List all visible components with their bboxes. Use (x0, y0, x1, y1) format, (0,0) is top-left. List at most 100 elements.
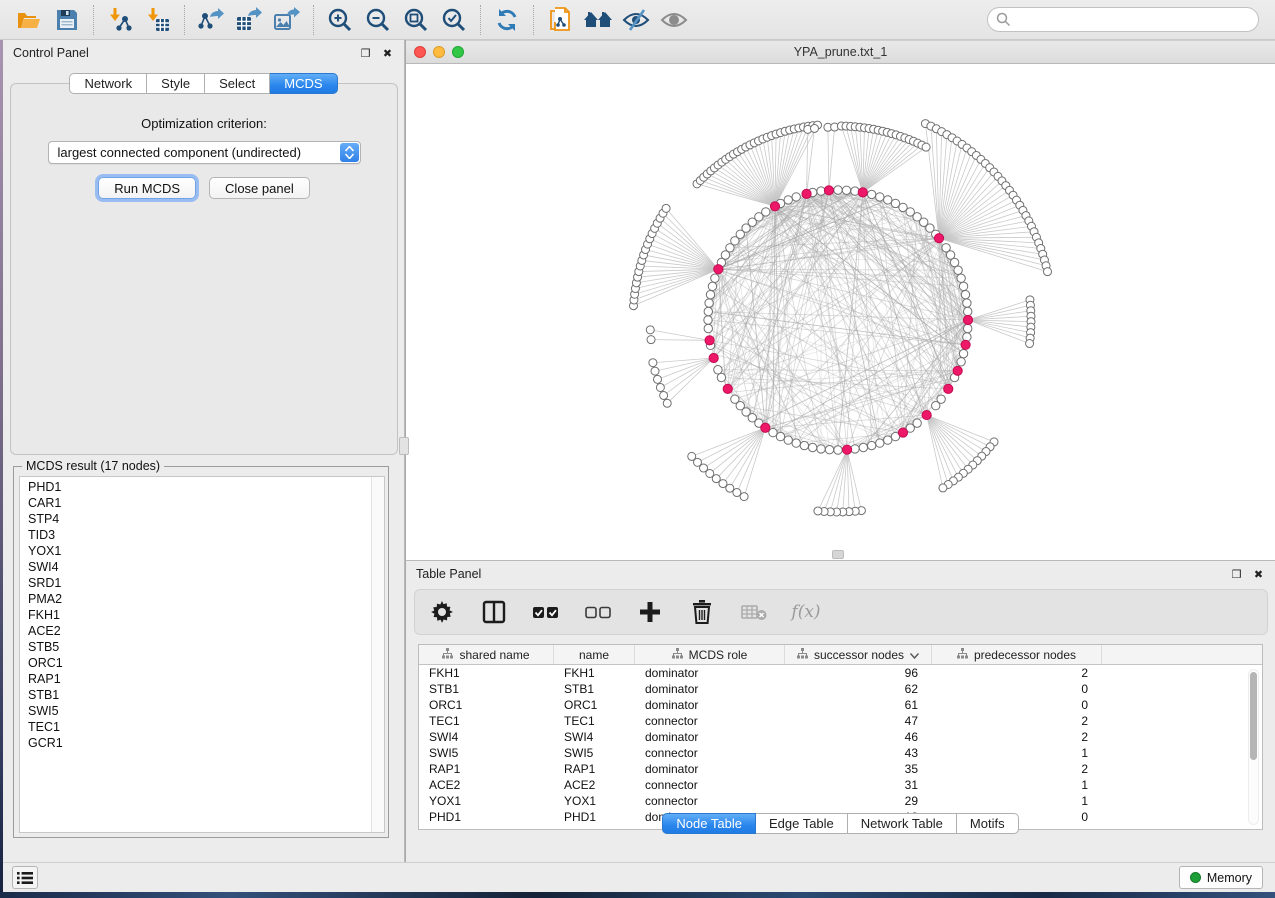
network-node[interactable] (884, 196, 892, 204)
float-window-icon[interactable]: ❒ (359, 47, 372, 60)
table-row[interactable]: SWI4SWI4dominator462 (419, 729, 1262, 745)
export-table-icon[interactable] (230, 3, 268, 37)
cell-mcds-role[interactable]: connector (635, 777, 785, 793)
cell-mcds-role[interactable]: dominator (635, 729, 785, 745)
network-node[interactable] (704, 324, 712, 332)
cell-name[interactable]: ORC1 (554, 697, 635, 713)
close-panel-icon[interactable]: ✖ (381, 47, 394, 60)
network-node[interactable] (932, 402, 940, 410)
mcds-result-item[interactable]: SWI5 (20, 703, 384, 719)
network-node[interactable] (834, 186, 842, 194)
network-node[interactable] (733, 489, 741, 497)
network-node[interactable] (784, 436, 792, 444)
network-node[interactable] (660, 391, 668, 399)
cell-successor-nodes[interactable]: 61 (785, 697, 932, 713)
cell-name[interactable]: ACE2 (554, 777, 635, 793)
mcds-result-item[interactable]: FKH1 (20, 607, 384, 623)
column-header-name[interactable]: name (554, 645, 635, 664)
mcds-node[interactable] (842, 445, 851, 454)
network-node[interactable] (867, 190, 875, 198)
cell-predecessor-nodes[interactable]: 2 (932, 729, 1102, 745)
network-node[interactable] (711, 274, 719, 282)
cell-predecessor-nodes[interactable]: 2 (932, 761, 1102, 777)
refresh-icon[interactable] (488, 3, 526, 37)
network-node[interactable] (957, 358, 965, 366)
mcds-result-item[interactable]: SWI4 (20, 559, 384, 575)
network-node[interactable] (954, 266, 962, 274)
network-node[interactable] (825, 446, 833, 454)
network-node[interactable] (959, 349, 967, 357)
network-node[interactable] (647, 336, 655, 344)
import-network-icon[interactable] (101, 3, 139, 37)
search-input[interactable] (987, 7, 1259, 32)
column-header-mcds-role[interactable]: MCDS role (635, 645, 785, 664)
gear-icon[interactable] (429, 599, 455, 625)
cell-shared-name[interactable]: STB1 (419, 681, 554, 697)
cell-name[interactable]: YOX1 (554, 793, 635, 809)
cell-mcds-role[interactable]: connector (635, 713, 785, 729)
mcds-list-scrollbar[interactable] (371, 477, 384, 832)
deselect-all-icon[interactable] (585, 599, 611, 625)
network-node[interactable] (651, 367, 659, 375)
network-node[interactable] (714, 366, 722, 374)
cell-predecessor-nodes[interactable]: 1 (932, 777, 1102, 793)
network-node[interactable] (957, 274, 965, 282)
network-node[interactable] (884, 436, 892, 444)
mcds-result-item[interactable]: YOX1 (20, 543, 384, 559)
network-node[interactable] (964, 307, 972, 315)
cell-successor-nodes[interactable]: 62 (785, 681, 932, 697)
cell-shared-name[interactable]: FKH1 (419, 665, 554, 681)
mcds-result-item[interactable]: STB1 (20, 687, 384, 703)
network-node[interactable] (859, 443, 867, 451)
zoom-fit-icon[interactable] (397, 3, 435, 37)
mcds-node[interactable] (709, 353, 718, 362)
network-node[interactable] (834, 446, 842, 454)
tab-mcds[interactable]: MCDS (270, 73, 337, 94)
cell-mcds-role[interactable]: dominator (635, 665, 785, 681)
cell-name[interactable]: SWI4 (554, 729, 635, 745)
duplicate-network-icon[interactable] (541, 3, 579, 37)
sort-chevron-icon[interactable] (910, 648, 919, 662)
tab-motifs[interactable]: Motifs (957, 813, 1019, 834)
cell-successor-nodes[interactable]: 29 (785, 793, 932, 809)
network-node[interactable] (842, 186, 850, 194)
cell-predecessor-nodes[interactable]: 1 (932, 793, 1102, 809)
add-column-icon[interactable] (637, 599, 663, 625)
cell-name[interactable]: FKH1 (554, 665, 635, 681)
mcds-node[interactable] (714, 265, 723, 274)
network-node[interactable] (717, 373, 725, 381)
cell-successor-nodes[interactable]: 31 (785, 777, 932, 793)
cell-mcds-role[interactable]: dominator (635, 681, 785, 697)
mcds-node[interactable] (723, 384, 732, 393)
cell-predecessor-nodes[interactable]: 2 (932, 665, 1102, 681)
network-node[interactable] (706, 290, 714, 298)
zoom-in-icon[interactable] (321, 3, 359, 37)
export-network-icon[interactable] (192, 3, 230, 37)
network-node[interactable] (731, 395, 739, 403)
table-row[interactable]: FKH1FKH1dominator962 (419, 665, 1262, 681)
mcds-node[interactable] (922, 410, 931, 419)
mcds-result-item[interactable]: ACE2 (20, 623, 384, 639)
cell-shared-name[interactable]: YOX1 (419, 793, 554, 809)
cell-name[interactable]: TEC1 (554, 713, 635, 729)
column-header-predecessor-nodes[interactable]: predecessor nodes (932, 645, 1102, 664)
cell-mcds-role[interactable]: connector (635, 745, 785, 761)
network-node[interactable] (964, 324, 972, 332)
network-node[interactable] (654, 375, 662, 383)
network-node[interactable] (649, 359, 657, 367)
cell-name[interactable]: SWI5 (554, 745, 635, 761)
network-node[interactable] (876, 439, 884, 447)
network-node[interactable] (656, 383, 664, 391)
mcds-result-item[interactable]: RAP1 (20, 671, 384, 687)
cell-shared-name[interactable]: RAP1 (419, 761, 554, 777)
network-node[interactable] (959, 282, 967, 290)
table-row[interactable]: STB1STB1dominator620 (419, 681, 1262, 697)
network-node[interactable] (762, 208, 770, 216)
cell-successor-nodes[interactable]: 35 (785, 761, 932, 777)
mcds-result-list[interactable]: PHD1CAR1STP4TID3YOX1SWI4SRD1PMA2FKH1ACE2… (19, 476, 385, 833)
mcds-result-item[interactable]: GCR1 (20, 735, 384, 751)
network-node[interactable] (963, 299, 971, 307)
zoom-selected-icon[interactable] (435, 3, 473, 37)
network-node[interactable] (876, 193, 884, 201)
mcds-node[interactable] (761, 423, 770, 432)
